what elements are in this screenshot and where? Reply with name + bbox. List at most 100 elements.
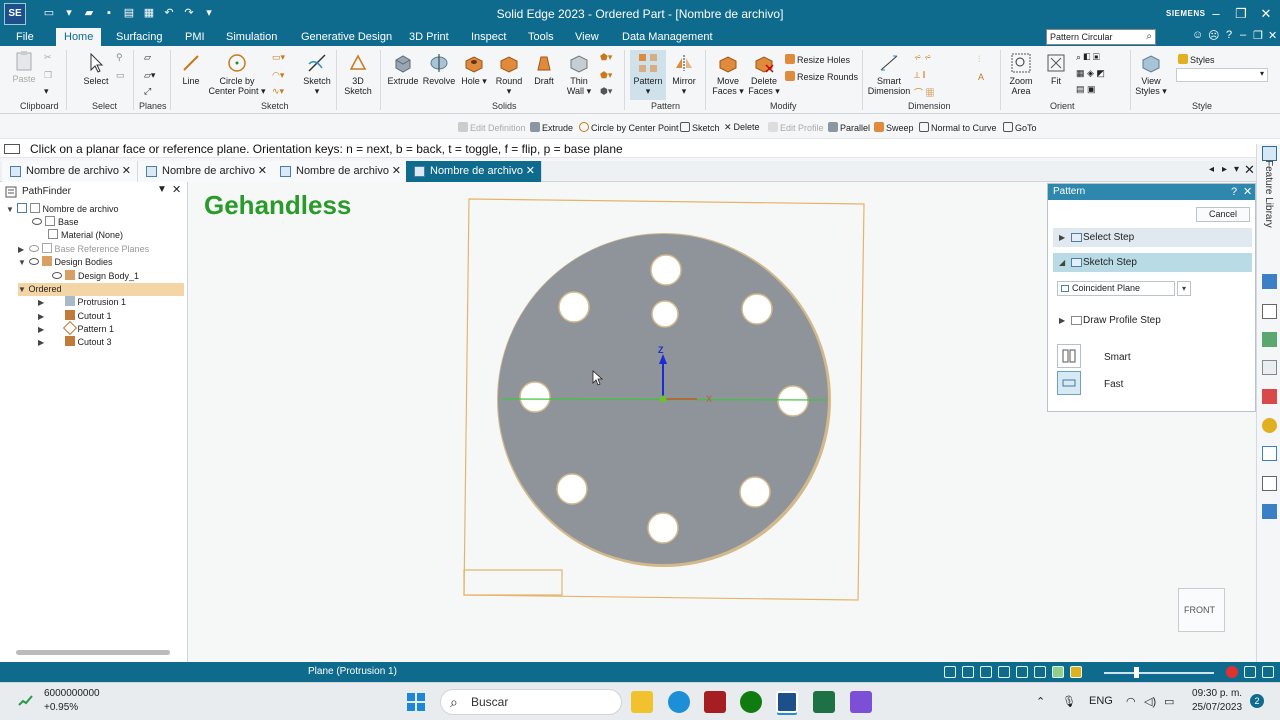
plane-handle[interactable] [463,569,563,596]
delete-command[interactable]: ✕ Delete [724,122,760,133]
tab-home[interactable]: Home [56,28,102,46]
arc-icon[interactable]: ◠▾ [272,70,284,81]
collapse-icon[interactable]: ▼ [18,256,26,269]
cancel-button[interactable]: Cancel [1196,207,1250,222]
sketch-command[interactable]: Sketch [680,122,720,133]
feature-library-icon[interactable] [1262,146,1277,161]
status-expand-icon[interactable] [1262,666,1274,678]
cut-icon[interactable]: ✂ [44,52,52,63]
coordinate-system-icon[interactable]: ⤢ [144,86,151,97]
close-window-button[interactable]: ✕ [1254,4,1278,24]
web-icon[interactable]: ⬢▾ [600,86,612,97]
eye-icon[interactable] [28,258,39,265]
draft-button[interactable]: Draft [530,52,558,86]
style-status-icon[interactable] [1070,666,1082,678]
resize-holes-button[interactable]: Resize Holes [785,54,850,65]
tab-scroll-left-icon[interactable]: ◂ [1209,164,1214,175]
smart-dimension-button[interactable]: Smart Dimension [866,52,912,96]
smiley-icon[interactable]: ☺ [1192,29,1203,41]
paste-button[interactable]: Paste [10,50,38,84]
record-icon[interactable] [1226,666,1238,678]
text-size-icon[interactable]: A [978,72,984,82]
plane-icon[interactable]: ▱ [144,52,151,63]
tab-inspect[interactable]: Inspect [463,28,514,46]
plane-option-select[interactable]: Coincident Plane [1057,281,1175,296]
view-styles-button[interactable]: View Styles ▾ [1134,52,1168,96]
relationships-icon[interactable] [1262,476,1277,491]
fast-option-button[interactable] [1057,371,1081,395]
style-dropdown[interactable]: ▾ [1176,68,1268,82]
plane-dropdown-icon[interactable]: ▱▾ [144,70,155,81]
zoom-status-icon[interactable] [962,666,974,678]
xbox-icon[interactable] [740,691,762,713]
collapse-icon[interactable]: ▼ [6,203,14,216]
pathfinder-menu-icon[interactable]: ▼ [157,184,167,195]
pan-status-icon[interactable] [998,666,1010,678]
expand-icon[interactable]: ▶ [38,296,46,309]
zoom-icon[interactable]: ⌕ ◧ ▣ [1076,52,1100,63]
close-tab-icon[interactable]: ✕ [258,161,267,182]
add-body-icon[interactable]: ⬟▾ [600,52,612,63]
edit-definition-button[interactable]: Edit Definition [458,122,526,133]
color-manager-icon[interactable] [1262,332,1277,347]
dimension-style-icon[interactable]: ⩫ ⩫ [914,52,932,63]
orient-status-icon[interactable] [1034,666,1046,678]
goto-command[interactable]: GoTo [1003,122,1037,133]
tree-item-base[interactable]: Base [32,216,79,229]
tab-data-management[interactable]: Data Management [614,28,721,46]
smart-option-button[interactable] [1057,344,1081,368]
pattern-button[interactable]: Pattern ▾ [630,50,666,100]
prompt-window-icon[interactable] [4,144,20,154]
revolve-button[interactable]: Revolve [422,52,456,86]
tab-simulation[interactable]: Simulation [218,28,285,46]
relations-icon[interactable]: ⟂ ∥ [914,70,925,81]
tab-3d-print[interactable]: 3D Print [401,28,457,46]
mirror-button[interactable]: Mirror ▾ [668,52,700,96]
collapse-icon[interactable]: ▼ [18,283,26,296]
select-button[interactable]: Select [80,52,112,86]
zoom-area-button[interactable]: Zoom Area [1004,52,1038,96]
thin-wall-button[interactable]: Thin Wall ▾ [564,52,594,96]
delete-faces-button[interactable]: Delete Faces ▾ [746,52,782,96]
command-search-input[interactable]: Pattern Circular ⌕ [1046,29,1156,45]
tray-overflow-icon[interactable]: ⌃ [1036,695,1045,708]
relate-icon[interactable]: ⌒ ▦ [914,86,935,99]
tab-view[interactable]: View [567,28,607,46]
extrude-command[interactable]: Extrude [530,122,573,133]
tree-item-cutout-1[interactable]: ▶ Cutout 1 [38,310,112,323]
document-properties-icon[interactable] [1262,304,1277,319]
view-orient-icon[interactable]: ▦ ◈ ◩ [1076,68,1105,79]
normal-to-curve-command[interactable]: Normal to Curve [919,122,997,133]
tree-item-document[interactable]: ▼ Nombre de archivo [6,203,119,216]
tab-list-icon[interactable]: ▾ [1234,164,1239,175]
tree-item-design-bodies[interactable]: ▼ Design Bodies [18,256,113,269]
resize-rounds-button[interactable]: Resize Rounds [785,71,858,82]
expand-icon[interactable]: ▶ [38,323,46,336]
notification-badge[interactable]: 2 [1250,694,1264,708]
wifi-icon[interactable]: ◠ [1126,695,1136,708]
tree-item-protrusion[interactable]: ▶ Protrusion 1 [38,296,126,309]
system-clock[interactable]: 09:30 p. m. 25/07/2023 [1192,687,1242,715]
file-explorer-icon[interactable] [631,691,653,713]
ribbon-close-icon[interactable]: ✕ [1268,29,1277,42]
feature-library-tab[interactable]: Feature Library [1263,160,1274,228]
tree-item-pattern[interactable]: ▶ Pattern 1 [38,320,114,336]
close-tab-icon[interactable]: ✕ [526,161,535,182]
search-icon[interactable]: ⌕ [1146,30,1152,44]
line-button[interactable]: Line [176,52,206,86]
chevron-down-icon[interactable]: ▾ [1177,281,1191,296]
rotate-status-icon[interactable] [1016,666,1028,678]
views-icon[interactable] [1262,446,1277,461]
panel-help-icon[interactable]: ? [1231,184,1237,200]
tab-tools[interactable]: Tools [520,28,562,46]
sensors-icon[interactable] [1262,360,1277,375]
hole-button[interactable]: Hole ▾ [460,52,488,86]
tab-scroll-right-icon[interactable]: ▸ [1222,164,1227,175]
draw-profile-step[interactable]: ▶ Draw Profile Step [1053,311,1252,330]
parallel-command[interactable]: Parallel [828,122,870,133]
panel-close-icon[interactable]: ✕ [1243,184,1252,200]
pan-icon[interactable]: ▤ ▣ [1076,84,1096,95]
select-box-icon[interactable]: ▭ [116,70,125,81]
rib-icon[interactable]: ⬟▾ [600,70,612,81]
key-icon[interactable] [1262,418,1277,433]
